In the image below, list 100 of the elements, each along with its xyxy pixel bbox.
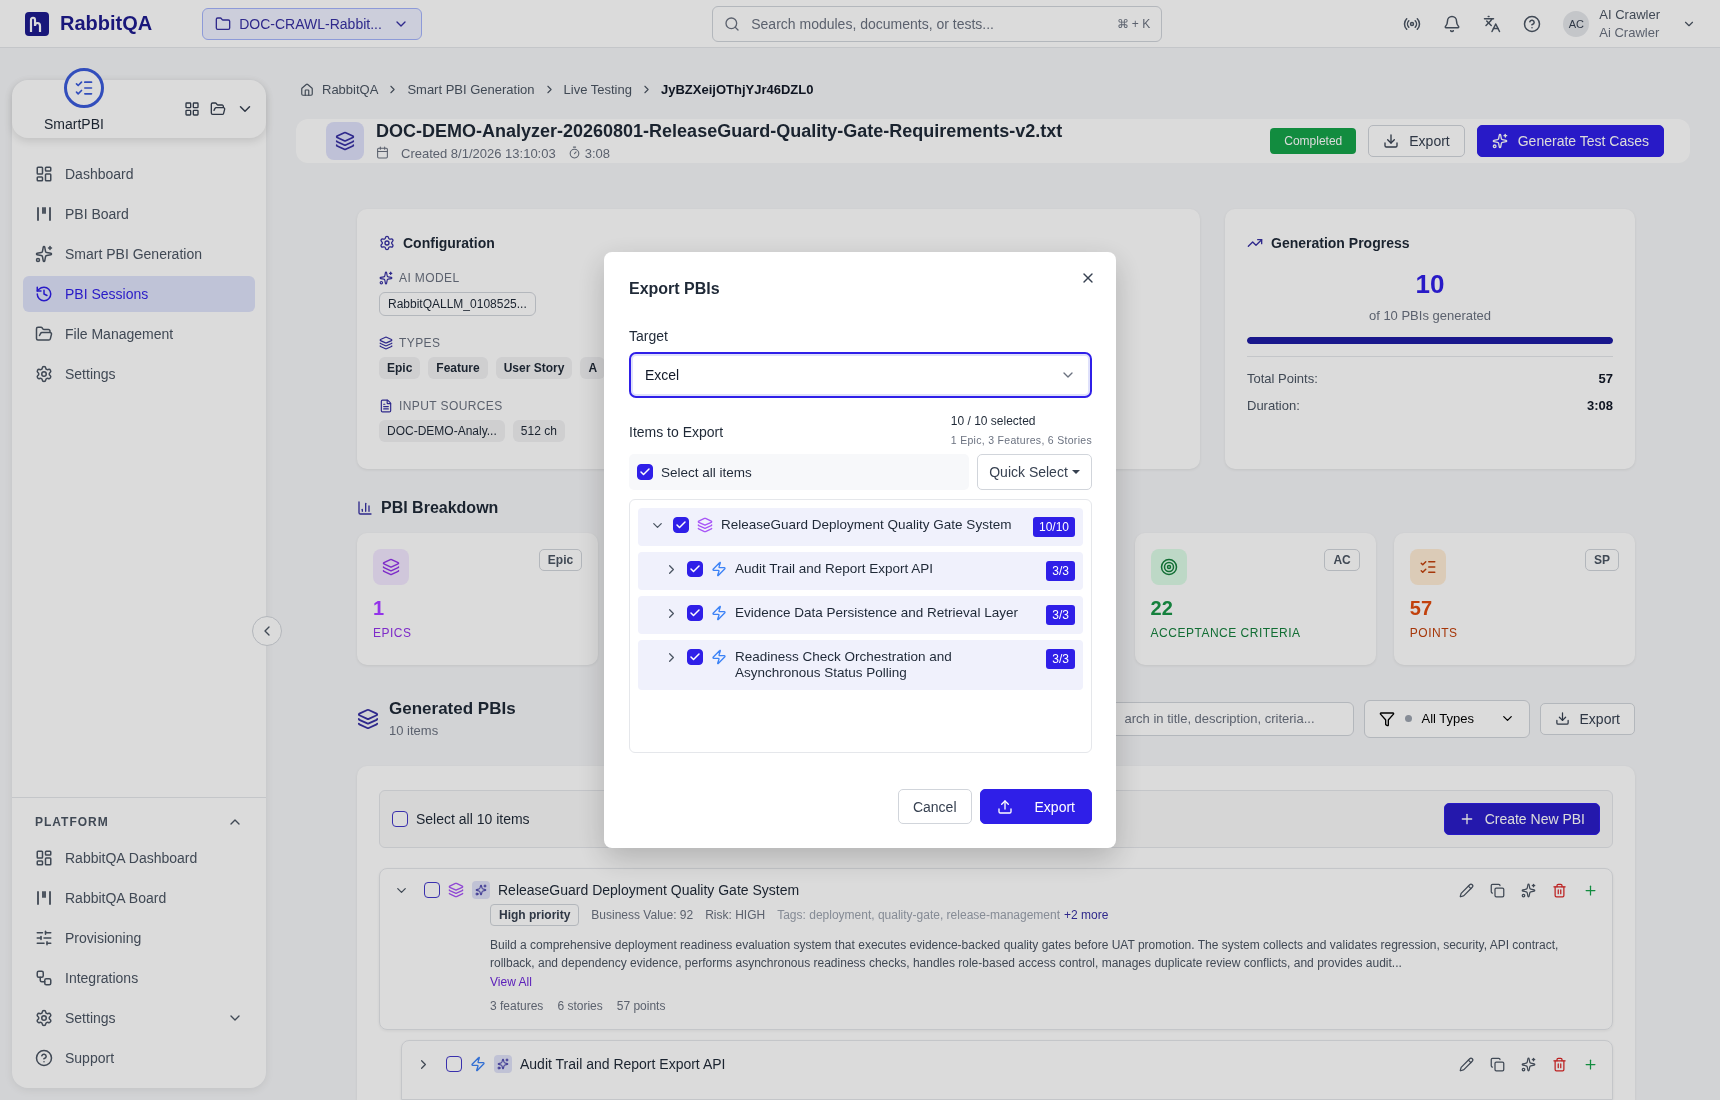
- pbi-stat: 6 stories: [557, 999, 603, 1013]
- sidebar-item[interactable]: RabbitQA Dashboard: [23, 840, 255, 876]
- sidebar-item[interactable]: Settings: [23, 1000, 255, 1036]
- create-button[interactable]: Create New PBI: [1443, 803, 1600, 835]
- business-value: Business Value: 92: [591, 908, 694, 922]
- field-label: Target: [629, 328, 669, 344]
- grid-icon[interactable]: [184, 101, 200, 117]
- checkbox[interactable]: [637, 464, 653, 480]
- tree-row[interactable]: Audit Trail and Report Export API 3/3: [638, 552, 1083, 590]
- sparkle-icon[interactable]: [1521, 1056, 1536, 1072]
- delete-icon[interactable]: [1552, 882, 1567, 898]
- help-icon[interactable]: [1523, 14, 1542, 33]
- stat-value: 1: [373, 597, 385, 620]
- tree-item-title: Audit Trail and Report Export API: [735, 561, 935, 577]
- checkbox[interactable]: [424, 882, 440, 898]
- pbi-title: Audit Trail and Report Export API: [520, 1056, 726, 1072]
- stat-value: 57: [1409, 597, 1433, 620]
- folder-icon[interactable]: [210, 101, 226, 117]
- checkbox[interactable]: [687, 605, 703, 621]
- layers-icon: [373, 549, 409, 585]
- delete-icon[interactable]: [1552, 1056, 1567, 1072]
- field-label: AI MODEL: [399, 271, 460, 285]
- calendar-icon: [376, 146, 389, 159]
- priority-tag: High priority: [490, 904, 580, 926]
- stat-value: 22: [1150, 597, 1173, 620]
- more-tags-link[interactable]: +2 more: [1064, 908, 1109, 922]
- sidebar-item[interactable]: PBI Board: [23, 196, 255, 232]
- type-filter[interactable]: All Types: [1363, 699, 1530, 738]
- breadcrumb-link[interactable]: RabbitQA: [322, 82, 379, 97]
- sparkle-icon: [472, 881, 490, 899]
- sidebar-item[interactable]: Integrations: [23, 960, 255, 996]
- cancel-button[interactable]: Cancel: [897, 789, 972, 824]
- check-icon: [689, 607, 701, 619]
- project-selector[interactable]: DOC-CRAWL-Rabbit...: [202, 7, 423, 40]
- add-icon[interactable]: [1583, 882, 1598, 898]
- sidebar-item[interactable]: Settings: [23, 356, 255, 392]
- export-button[interactable]: Export: [1368, 125, 1465, 157]
- layers-icon: [357, 707, 379, 730]
- sidebar-item[interactable]: Smart PBI Generation: [23, 236, 255, 272]
- view-all-link[interactable]: View All: [490, 975, 1598, 989]
- stat-value: 57: [1598, 371, 1613, 386]
- edit-icon[interactable]: [1459, 1056, 1474, 1072]
- sidebar-item[interactable]: File Management: [23, 316, 255, 352]
- sparkle-icon[interactable]: [1521, 882, 1536, 898]
- sidebar-item[interactable]: Provisioning: [23, 920, 255, 956]
- add-icon[interactable]: [1583, 1056, 1598, 1072]
- model-chip: RabbitQALLM_0108525...: [379, 292, 536, 316]
- timer-icon: [567, 146, 581, 159]
- checkbox[interactable]: [446, 1056, 462, 1072]
- item-count: 10 items: [389, 723, 440, 738]
- checkbox[interactable]: [687, 649, 703, 665]
- stat-label: EPICS: [373, 626, 413, 640]
- stat-value: 3:08: [1586, 398, 1613, 413]
- copy-icon[interactable]: [1490, 1056, 1505, 1072]
- sidebar-item[interactable]: PBI Sessions: [23, 276, 255, 312]
- sparkle-icon: [1491, 133, 1508, 149]
- target-select[interactable]: Excel: [629, 352, 1092, 398]
- user-subtitle: Ai Crawler: [1599, 23, 1660, 42]
- copy-icon[interactable]: [1490, 882, 1505, 898]
- section-header[interactable]: PLATFORM: [23, 808, 255, 836]
- target-icon: [1150, 549, 1187, 585]
- count-badge: 3/3: [1046, 649, 1075, 669]
- sidebar-item[interactable]: Dashboard: [23, 156, 255, 192]
- edit-icon[interactable]: [1459, 882, 1474, 898]
- export-button[interactable]: Export: [1539, 702, 1635, 735]
- export-button[interactable]: Export: [979, 789, 1092, 824]
- generate-button[interactable]: Generate Test Cases: [1476, 125, 1664, 157]
- lightning-icon: [711, 561, 727, 577]
- checkbox[interactable]: [392, 811, 408, 827]
- avatar[interactable]: AC: [1563, 10, 1590, 37]
- tree-row[interactable]: ReleaseGuard Deployment Quality Gate System 10/10: [638, 508, 1083, 546]
- breadcrumb-link[interactable]: Smart PBI Generation: [407, 82, 535, 97]
- count-badge: 3/3: [1046, 605, 1075, 625]
- sidebar-item[interactable]: Support: [23, 1040, 255, 1076]
- tree-item-title: ReleaseGuard Deployment Quality Gate System: [721, 517, 1013, 533]
- checkbox[interactable]: [673, 517, 689, 533]
- layers-icon: [697, 517, 713, 533]
- dialog-title: Export PBIs: [629, 280, 721, 298]
- checkbox[interactable]: [687, 561, 703, 577]
- bar-chart-icon: [357, 500, 373, 516]
- sidebar-item[interactable]: RabbitQA Board: [23, 880, 255, 916]
- breadcrumb-link[interactable]: Live Testing: [563, 82, 632, 97]
- lightning-icon: [711, 605, 727, 621]
- lightning-icon: [470, 1056, 486, 1072]
- tree-row[interactable]: Evidence Data Persistence and Retrieval Layer 3/3: [638, 596, 1083, 634]
- folder-icon: [215, 15, 232, 32]
- status-badge: Completed: [1270, 128, 1357, 154]
- session-title: DOC-DEMO-Analyzer-20260801-ReleaseGuard-Quality-Gate-Requirements-v2.txt: [376, 121, 1063, 142]
- tags: Tags: deployment, quality-gate, release-management: [777, 908, 1060, 922]
- breadcrumb-link[interactable]: JyBZXeijOThjYJr46DZL0: [660, 82, 814, 97]
- stat-label: Total Points:: [1247, 371, 1318, 386]
- translate-icon[interactable]: [1483, 14, 1502, 33]
- tree-row[interactable]: Readiness Check Orchestration and Asynchronous Status Polling 3/3: [638, 640, 1083, 690]
- sparkle-icon: [494, 1055, 512, 1073]
- sparkle-icon: [35, 245, 53, 263]
- quick-select-button[interactable]: Quick Select: [977, 454, 1092, 490]
- field-label: INPUT SOURCES: [399, 399, 503, 413]
- pbi-description: Build a comprehensive deployment readiness evaluation system that executes evidence-backed quality gates before UAT promotion. The system collects and validates regression, security, API contract, rollback, and dependency evidence, performs asynchronous readiness checks, handles role-based access control, manages duplicate review conflicts, and provides audit...: [490, 937, 1560, 972]
- search-icon: [724, 15, 741, 32]
- bell-icon[interactable]: [1443, 14, 1462, 33]
